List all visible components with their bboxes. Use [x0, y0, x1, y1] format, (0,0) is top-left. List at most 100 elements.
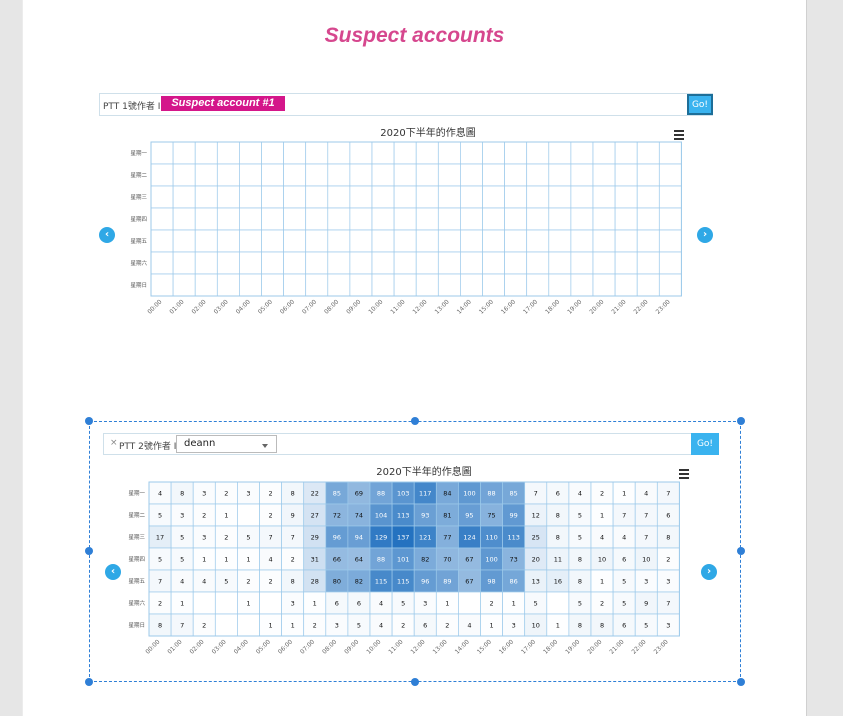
- go-button-2[interactable]: Go!: [691, 433, 719, 455]
- heatmap-cell: [460, 163, 483, 187]
- cell-value-label: 5: [622, 578, 626, 586]
- heatmap-cell: [526, 229, 550, 253]
- cell-value-label: 1: [512, 600, 516, 608]
- cell-value-label: 121: [419, 534, 431, 542]
- y-tick-label: 星期四: [128, 556, 145, 563]
- author2-select-value: deann: [184, 438, 216, 449]
- cell-value-label: 8: [158, 622, 162, 630]
- go-button-1[interactable]: Go!: [687, 94, 713, 115]
- heatmap-cell: [194, 163, 218, 187]
- cell-value-label: 16: [554, 578, 562, 586]
- author2-select[interactable]: deann: [176, 435, 277, 453]
- cell-value-label: 1: [268, 622, 272, 630]
- cell-value-label: 96: [333, 534, 341, 542]
- heatmap-cell: [570, 185, 594, 209]
- x-tick-label: 00:00: [144, 638, 161, 655]
- account-chip[interactable]: Suspect account #1: [161, 96, 285, 111]
- cell-value-label: 100: [485, 556, 497, 564]
- cell-value-label: 17: [156, 534, 164, 542]
- x-tick-label: 22:00: [632, 298, 649, 315]
- cell-value-label: 2: [600, 490, 604, 498]
- resize-handle-sw[interactable]: [85, 678, 93, 686]
- x-tick-label: 20:00: [588, 298, 605, 315]
- cell-value-label: 2: [224, 534, 228, 542]
- x-tick-label: 22:00: [630, 638, 647, 655]
- cell-value-label: 3: [246, 490, 250, 498]
- heatmap-cell: [239, 273, 262, 297]
- cell-value-label: 2: [268, 578, 272, 586]
- heatmap-cell: [261, 141, 284, 165]
- cell-value-label: 89: [443, 578, 451, 586]
- heatmap-cell: [526, 185, 550, 209]
- cell-value-label: 129: [375, 534, 387, 542]
- cell-value-label: 7: [644, 534, 648, 542]
- cell-value-label: 11: [554, 556, 562, 564]
- resize-handle-nw[interactable]: [85, 417, 93, 425]
- cell-value-label: 4: [202, 578, 206, 586]
- heatmap-cell: [239, 207, 262, 231]
- heatmap-cell: [570, 251, 594, 275]
- heatmap-cell: [305, 229, 329, 253]
- cell-value-label: 88: [377, 556, 385, 564]
- cell-value-label: 6: [666, 512, 670, 520]
- heatmap-cell: [349, 207, 373, 231]
- heatmap-cell: [261, 207, 284, 231]
- heatmap-cell: [305, 185, 329, 209]
- cell-value-label: 1: [180, 600, 184, 608]
- resize-handle-s[interactable]: [411, 678, 419, 686]
- heatmap-cell: [614, 185, 638, 209]
- cell-value-label: 5: [158, 556, 162, 564]
- x-tick-label: 01:00: [168, 298, 185, 315]
- cell-value-label: 117: [419, 490, 431, 498]
- resize-handle-w[interactable]: [85, 547, 93, 555]
- heatmap-cell: [259, 591, 282, 615]
- cell-value-label: 7: [291, 534, 295, 542]
- heatmap-cell: [548, 273, 572, 297]
- x-tick-label: 17:00: [520, 638, 537, 655]
- resize-handle-e[interactable]: [737, 547, 745, 555]
- cell-value-label: 70: [443, 556, 451, 564]
- heatmap-cell: [216, 251, 240, 275]
- heatmap-cell: [327, 251, 351, 275]
- heatmap-cell: [504, 207, 528, 231]
- heatmap-cell: [614, 141, 638, 165]
- clear-icon[interactable]: ×: [110, 438, 118, 448]
- cell-value-label: 3: [291, 600, 295, 608]
- cell-value-label: 8: [578, 556, 582, 564]
- heatmap-cell: [482, 229, 505, 253]
- x-tick-label: 13:00: [434, 298, 451, 315]
- cell-value-label: 74: [355, 512, 363, 520]
- heatmap-cell: [570, 273, 594, 297]
- heatmap-cell: [570, 163, 594, 187]
- cell-value-label: 103: [397, 490, 409, 498]
- heatmap-cell: [504, 229, 528, 253]
- cell-value-label: 4: [578, 490, 582, 498]
- heatmap-cell: [636, 207, 660, 231]
- heatmap-cell: [482, 207, 505, 231]
- cell-value-label: 2: [202, 622, 206, 630]
- cell-value-label: 5: [357, 622, 361, 630]
- heatmap-cell: [526, 273, 550, 297]
- heatmap-cell: [349, 273, 373, 297]
- x-tick-label: 15:00: [476, 638, 493, 655]
- resize-handle-se[interactable]: [737, 678, 745, 686]
- heatmap-cell: [283, 207, 307, 231]
- cell-value-label: 10: [598, 556, 606, 564]
- cell-value-label: 2: [666, 556, 670, 564]
- cell-value-label: 1: [445, 600, 449, 608]
- cell-value-label: 1: [224, 556, 228, 564]
- resize-handle-ne[interactable]: [737, 417, 745, 425]
- heatmap-cell: [437, 185, 461, 209]
- x-tick-label: 13:00: [432, 638, 449, 655]
- heatmap-cell: [261, 273, 284, 297]
- cell-value-label: 8: [578, 622, 582, 630]
- resize-handle-n[interactable]: [411, 417, 419, 425]
- heatmap-cell: [393, 185, 417, 209]
- cell-value-label: 73: [510, 556, 518, 564]
- cell-value-label: 113: [507, 534, 519, 542]
- cell-value-label: 4: [600, 534, 604, 542]
- heatmap-cell: [415, 229, 439, 253]
- cell-value-label: 27: [311, 512, 319, 520]
- heatmap-cell: [460, 207, 483, 231]
- cell-value-label: 4: [379, 600, 383, 608]
